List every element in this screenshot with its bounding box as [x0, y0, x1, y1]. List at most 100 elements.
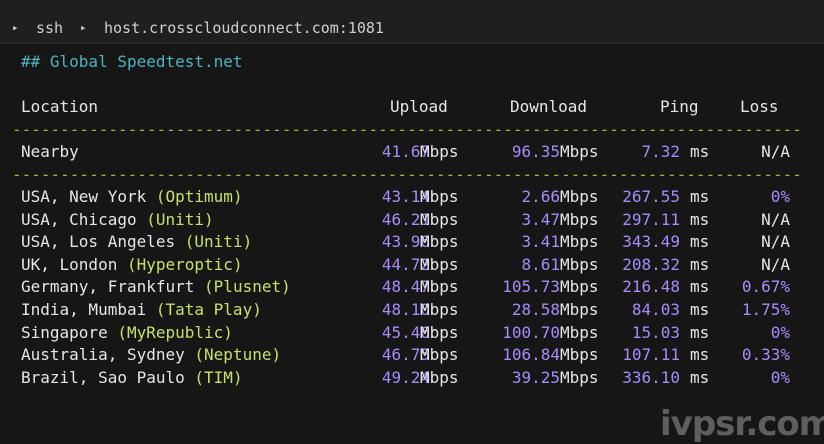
column-loss: Loss: [740, 97, 779, 116]
row-download: 105.73: [502, 277, 560, 297]
row-paren-close: ): [242, 232, 253, 252]
row-download-unit: Mbps: [560, 187, 599, 206]
table-header: Location Upload Download Ping Loss: [21, 95, 801, 118]
row-paren-close: ): [232, 367, 243, 387]
row-download-unit: Mbps: [560, 300, 599, 319]
row-location: USA, Los Angeles (Uniti): [21, 230, 252, 253]
row-ping-unit: ms: [690, 209, 710, 229]
host-address[interactable]: host.crosscloudconnect.com:1081: [104, 0, 384, 44]
row-city: Brazil, Sao Paulo: [21, 367, 195, 387]
table-row: UK, London (Hyperoptic) 44.72 Mbps 8.61 Mbps…: [21, 253, 801, 276]
row-location: Australia, Sydney (Neptune): [21, 343, 281, 366]
row-loss: 0%: [770, 187, 790, 206]
row-upload-unit: Mbps: [420, 187, 459, 206]
nearby-loss: N/A: [761, 142, 790, 161]
row-upload-unit: Mbps: [420, 345, 459, 365]
app-name[interactable]: ssh: [36, 0, 63, 44]
row-download: 39.25: [511, 367, 560, 387]
row-ping: 216.48: [622, 277, 680, 297]
divider: ----------------------------------------…: [12, 169, 802, 181]
row-paren-open: (: [204, 277, 214, 297]
nearby-download: 96.35: [511, 142, 560, 161]
row-ping-unit: ms: [690, 322, 710, 342]
row-download: 8.61: [521, 254, 560, 274]
row-download: 28.58: [511, 300, 560, 319]
row-isp: Uniti: [194, 232, 243, 252]
column-ping: Ping: [660, 97, 699, 116]
row-location: USA, Chicago (Uniti): [21, 208, 214, 231]
row-ping-unit: ms: [690, 300, 710, 319]
row-download-unit: Mbps: [560, 277, 599, 297]
row-paren-close: ): [252, 300, 262, 319]
row-location: Germany, Frankfurt (Plusnet): [21, 275, 291, 298]
row-location: Brazil, Sao Paulo (TIM): [21, 366, 243, 389]
row-upload: 44.72: [381, 254, 430, 274]
row-upload-unit: Mbps: [420, 322, 459, 342]
row-ping-unit: ms: [690, 277, 710, 297]
row-paren-open: (: [184, 232, 195, 252]
terminal-titlebar: ▸ ssh ▸ host.crosscloudconnect.com:1081: [0, 0, 824, 44]
row-ping: 297.11: [622, 209, 680, 229]
watermark: ivpsr.com: [660, 404, 824, 444]
row-loss: N/A: [761, 209, 790, 229]
row-loss: 1.75%: [741, 300, 790, 319]
row-ping: 267.55: [622, 187, 680, 206]
row-upload: 43.14: [381, 187, 430, 206]
row-upload: 49.24: [381, 367, 430, 387]
row-city: USA, Chicago: [21, 209, 147, 229]
row-isp: Optimum: [165, 187, 233, 206]
row-location: UK, London (Hyperoptic): [21, 253, 243, 276]
row-ping: 336.10: [622, 367, 680, 387]
row-paren-close: ): [281, 277, 291, 297]
row-isp: TIM: [204, 367, 233, 387]
row-download-unit: Mbps: [560, 209, 599, 229]
row-paren-open: (: [194, 367, 205, 387]
row-paren-open: (: [117, 322, 127, 342]
row-paren-close: ): [232, 254, 243, 274]
column-upload: Upload: [390, 97, 448, 116]
divider: ----------------------------------------…: [12, 124, 802, 136]
row-city: Germany, Frankfurt: [21, 277, 205, 297]
table-row: USA, Los Angeles (Uniti) 43.96 Mbps 3.41 Mbp…: [21, 230, 801, 253]
row-download-unit: Mbps: [560, 232, 599, 252]
row-ping: 107.11: [622, 345, 680, 365]
table-row: Germany, Frankfurt (Plusnet) 48.47 Mbps 105…: [21, 275, 801, 298]
row-download: 3.41: [521, 232, 560, 252]
nearby-ping: 7.32: [641, 142, 680, 161]
terminal-output[interactable]: ## Global Speedtest.net Location Upload …: [0, 44, 824, 444]
chevron-right-icon: ▸: [80, 21, 87, 34]
row-loss: 0.33%: [741, 345, 790, 365]
row-paren-open: (: [126, 254, 137, 274]
row-upload-unit: Mbps: [420, 254, 459, 274]
nearby-ping-unit: ms: [690, 142, 710, 161]
row-city: India, Mumbai: [21, 300, 156, 319]
table-row: USA, Chicago (Uniti) 46.21 Mbps 3.47 Mbps 297…: [21, 208, 801, 231]
row-download: 2.66: [521, 187, 560, 206]
row-ping: 343.49: [622, 232, 680, 252]
row-isp: Uniti: [155, 209, 205, 229]
row-ping-unit: ms: [690, 232, 710, 252]
row-isp: Tata Play: [165, 300, 253, 319]
row-upload-unit: Mbps: [420, 209, 459, 229]
row-paren-close: ): [223, 322, 233, 342]
column-location: Location: [21, 97, 99, 116]
row-paren-close: ): [204, 209, 214, 229]
nearby-location: Nearby: [21, 142, 79, 161]
row-isp: MyRepublic: [126, 322, 224, 342]
row-loss: N/A: [761, 254, 790, 274]
nearby-upload: 41.67: [381, 142, 430, 161]
row-paren-open: (: [146, 209, 156, 229]
row-download: 3.47: [521, 209, 560, 229]
row-city: USA, Los Angeles: [21, 232, 185, 252]
row-ping-unit: ms: [690, 367, 710, 387]
row-city: Singapore: [21, 322, 118, 342]
row-isp: Plusnet: [213, 277, 282, 297]
section-heading: ## Global Speedtest.net: [21, 52, 243, 71]
row-paren-open: (: [194, 345, 205, 365]
row-download-unit: Mbps: [560, 254, 599, 274]
row-loss: 0%: [770, 322, 790, 342]
nearby-row: Nearby 41.67 Mbps 96.35 Mbps 7.32 ms N/A: [21, 140, 801, 163]
row-paren-open: (: [155, 187, 166, 206]
row-city: UK, London: [21, 254, 127, 274]
row-ping: 15.03: [631, 322, 680, 342]
